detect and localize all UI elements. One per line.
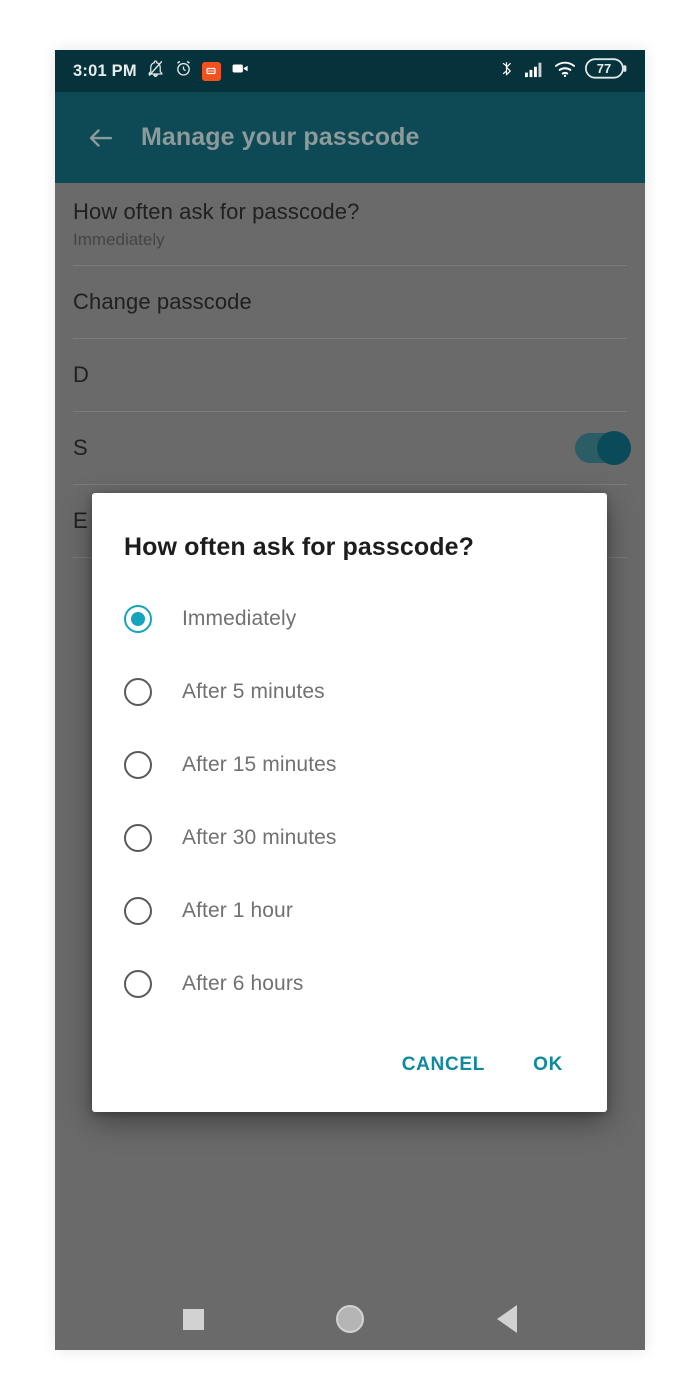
- list-item-change-passcode[interactable]: Change passcode: [55, 266, 645, 338]
- recents-button-icon[interactable]: [166, 1292, 220, 1346]
- bluetooth-icon: [499, 59, 514, 83]
- wifi-icon: [554, 60, 576, 83]
- status-bar: 3:01 PM 77: [55, 50, 645, 92]
- radio-option-after-15-minutes[interactable]: After 15 minutes: [92, 728, 607, 801]
- list-item-title: S: [73, 435, 88, 460]
- dialog-actions: CANCEL OK: [92, 1026, 607, 1112]
- list-item-title: D: [73, 362, 89, 387]
- radio-option-after-30-minutes[interactable]: After 30 minutes: [92, 801, 607, 874]
- list-item-title: How often ask for passcode?: [73, 198, 360, 224]
- radio-button-icon[interactable]: [124, 677, 152, 706]
- toggle-switch[interactable]: [575, 431, 631, 465]
- status-bar-right: 77: [499, 58, 627, 84]
- radio-option-label: After 15 minutes: [182, 752, 337, 776]
- radio-option-label: After 6 hours: [182, 971, 304, 995]
- battery-icon: 77: [584, 58, 627, 84]
- phone-screenshot: 3:01 PM 77 Manage your passcode How ofte…: [55, 50, 645, 1350]
- status-bar-left: 3:01 PM: [73, 59, 251, 83]
- radio-option-after-6-hours[interactable]: After 6 hours: [92, 947, 607, 1020]
- list-item-text-group: D: [73, 362, 89, 388]
- passcode-frequency-dialog: How often ask for passcode? Immediately …: [92, 493, 607, 1112]
- video-camera-icon: [230, 59, 251, 83]
- list-item-subtitle: Immediately: [73, 229, 165, 249]
- cellular-signal-icon: [523, 60, 545, 83]
- radio-option-label: After 5 minutes: [182, 679, 325, 703]
- list-item-text-group: E: [73, 508, 88, 534]
- radio-button-icon[interactable]: [124, 604, 152, 633]
- list-item-passcode-frequency[interactable]: How often ask for passcode? Immediately: [55, 183, 645, 265]
- page-title: Manage your passcode: [141, 123, 420, 151]
- battery-level-label: 77: [596, 61, 612, 76]
- settings-list: How often ask for passcode? Immediately …: [55, 183, 645, 1288]
- radio-option-after-5-minutes[interactable]: After 5 minutes: [92, 655, 607, 728]
- alarm-clock-icon: [174, 59, 193, 83]
- app-bar: Manage your passcode: [55, 92, 645, 183]
- dialog-option-list: Immediately After 5 minutes After 15 min…: [92, 582, 607, 1026]
- list-item-text-group: Change passcode: [73, 289, 252, 315]
- toggle-thumb: [597, 431, 631, 465]
- navigation-bar: [55, 1288, 645, 1350]
- page-root: 3:01 PM 77 Manage your passcode How ofte…: [0, 0, 700, 1400]
- triangle-icon: [496, 1305, 517, 1333]
- list-item-title: E: [73, 508, 88, 533]
- radio-option-immediately[interactable]: Immediately: [92, 582, 607, 655]
- cancel-button[interactable]: CANCEL: [386, 1044, 501, 1086]
- square-icon: [182, 1308, 204, 1330]
- status-bar-clock: 3:01 PM: [73, 61, 137, 80]
- back-button-icon[interactable]: [480, 1292, 534, 1346]
- radio-button-icon[interactable]: [124, 823, 152, 852]
- radio-option-label: After 1 hour: [182, 898, 293, 922]
- circle-icon: [335, 1305, 364, 1333]
- radio-button-icon[interactable]: [124, 896, 152, 925]
- radio-option-label: After 30 minutes: [182, 825, 337, 849]
- list-item-obscured-s[interactable]: S: [55, 412, 645, 484]
- ok-button[interactable]: OK: [517, 1044, 579, 1086]
- radio-button-icon[interactable]: [124, 750, 152, 779]
- home-button-icon[interactable]: [323, 1292, 377, 1346]
- radio-button-icon[interactable]: [124, 969, 152, 998]
- notifications-muted-icon: [146, 59, 165, 83]
- list-item-text-group: How often ask for passcode? Immediately: [73, 199, 359, 250]
- back-arrow-icon[interactable]: [77, 114, 125, 162]
- radio-option-label: Immediately: [182, 606, 297, 630]
- radio-option-after-1-hour[interactable]: After 1 hour: [92, 874, 607, 947]
- dialog-title: How often ask for passcode?: [124, 533, 474, 561]
- list-item-obscured-d[interactable]: D: [55, 339, 645, 411]
- app-badge-icon: [201, 61, 221, 81]
- list-item-text-group: S: [73, 435, 88, 461]
- list-item-title: Change passcode: [73, 289, 252, 314]
